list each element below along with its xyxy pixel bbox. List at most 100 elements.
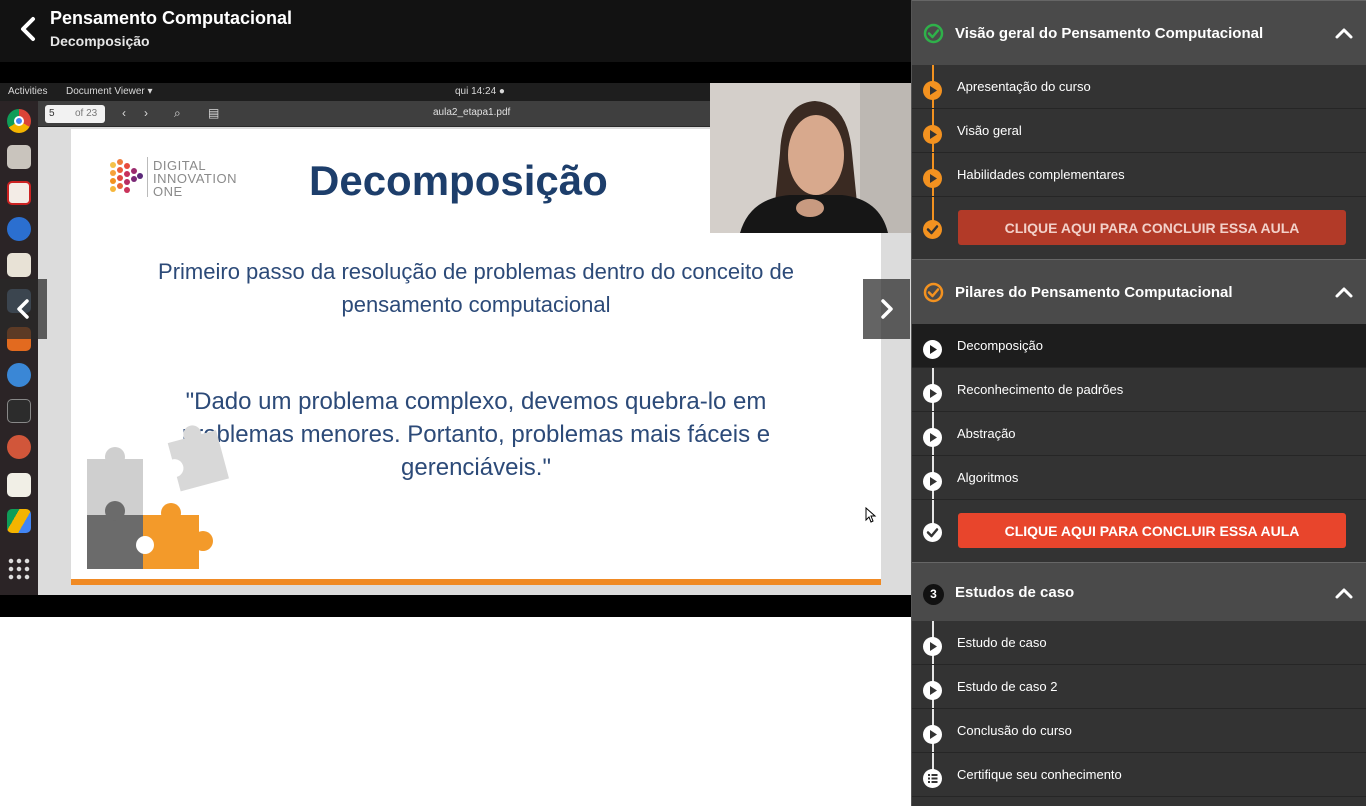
check-circle-icon [923, 23, 944, 44]
play-circle-icon [923, 169, 942, 188]
lesson-label: Certifique seu conhecimento [957, 767, 1122, 782]
search-icon: ⌕ [174, 106, 181, 120]
text-editor-icon [7, 473, 31, 497]
module-title: Pilares do Pensamento Computacional [955, 284, 1233, 301]
lesson-label: Algoritmos [957, 470, 1019, 485]
course-title: Pensamento Computacional [50, 8, 293, 28]
clock-label: qui 14:24 ● [455, 86, 505, 97]
digital-innovation-one-logo: DIGITAL INNOVATION ONE [107, 155, 247, 201]
module-header[interactable]: Pilares do Pensamento Computacional [912, 260, 1366, 324]
lesson-label: Conclusão do curso [957, 723, 1072, 738]
course-sidebar: Visão geral do Pensamento Computacional … [911, 0, 1366, 806]
files-icon [7, 145, 31, 169]
module-header[interactable]: Visão geral do Pensamento Computacional [912, 1, 1366, 65]
presenter-webcam [710, 83, 911, 233]
back-button[interactable] [14, 14, 42, 44]
lesson-item[interactable]: Apresentação do curso [912, 65, 1366, 109]
chevron-up-icon [1335, 28, 1353, 39]
video-player[interactable]: Activities Document Viewer ▾ qui 14:24 ●… [0, 62, 911, 617]
module-lessons: Decomposição Reconhecimento de padrões A… [912, 324, 1366, 562]
lesson-item[interactable]: Algoritmos [912, 456, 1366, 500]
play-circle-icon [923, 637, 942, 656]
chrome-icon [7, 109, 31, 133]
document-name: aula2_etapa1.pdf [433, 107, 511, 118]
chevron-right-icon [881, 299, 893, 319]
video-frame: Activities Document Viewer ▾ qui 14:24 ●… [0, 83, 911, 595]
lesson-item[interactable]: Certifique seu conhecimento [912, 753, 1366, 797]
check-circle-icon [923, 523, 942, 542]
play-circle-icon [923, 725, 942, 744]
check-circle-icon [923, 282, 944, 303]
play-circle-icon [923, 81, 942, 100]
chevron-up-icon [1335, 588, 1353, 599]
clipboard-icon: ▤ [208, 106, 220, 120]
next-lesson-button[interactable] [863, 279, 910, 339]
page-total: of 23 [75, 108, 98, 119]
app-menu-label: Document Viewer ▾ [66, 86, 153, 97]
lesson-label: Decomposição [957, 338, 1043, 353]
module-number-badge: 3 [923, 584, 944, 605]
lesson-item[interactable]: Estudo de caso 2 [912, 665, 1366, 709]
play-circle-icon [923, 125, 942, 144]
module-title: Estudos de caso [955, 584, 1075, 601]
lesson-label: Visão geral [957, 123, 1022, 138]
chevron-left-icon [17, 299, 29, 319]
lesson-label: Estudo de caso [957, 635, 1047, 650]
lesson-item-active[interactable]: Decomposição [912, 324, 1366, 368]
lesson-item[interactable]: Habilidades complementares [912, 153, 1366, 197]
module-visao-geral: Visão geral do Pensamento Computacional … [912, 0, 1366, 259]
lesson-label: Reconhecimento de padrões [957, 382, 1124, 397]
module-pilares: Pilares do Pensamento Computacional Deco… [912, 259, 1366, 562]
activities-label: Activities [8, 86, 48, 97]
lesson-item[interactable]: Abstração [912, 412, 1366, 456]
play-circle-icon [923, 428, 942, 447]
chevron-up-icon [1335, 287, 1353, 298]
page-current: 5 [49, 108, 55, 119]
lesson-item[interactable]: Reconhecimento de padrões [912, 368, 1366, 412]
play-circle-icon [923, 384, 942, 403]
help-icon [7, 363, 31, 387]
conclude-lesson-button[interactable]: CLIQUE AQUI PARA CONCLUIR ESSA AULA [958, 513, 1346, 548]
chevron-left-icon [21, 17, 35, 41]
slide-title: Decomposição [309, 157, 608, 204]
puzzle-illustration [87, 425, 229, 569]
module-lessons: Apresentação do curso Visão geral Habili… [912, 65, 1366, 259]
lesson-item[interactable]: Conclusão do curso [912, 709, 1366, 753]
play-circle-icon [923, 340, 942, 359]
conclude-row: CLIQUE AQUI PARA CONCLUIR ESSA AULA [912, 500, 1366, 562]
terminal-icon [7, 399, 31, 423]
lesson-label: Abstração [957, 426, 1016, 441]
play-circle-icon [923, 681, 942, 700]
mouse-cursor-icon [865, 507, 877, 523]
lesson-item[interactable]: Visão geral [912, 109, 1366, 153]
conclude-lesson-button[interactable]: CLIQUE AQUI PARA CONCLUIR ESSA AULA [958, 210, 1346, 245]
chevron-left-icon: ‹ [122, 106, 126, 120]
mail-app-icon [7, 181, 31, 205]
slide-subtitle: Primeiro passo da resolução de problemas… [158, 259, 794, 317]
slide-quote: "Dado um problema complexo, devemos queb… [181, 388, 771, 481]
previous-lesson-button[interactable] [0, 279, 47, 339]
player-header: Pensamento Computacional Decomposição [0, 0, 911, 62]
module-title: Visão geral do Pensamento Computacional [955, 25, 1264, 42]
google-drive-icon [7, 509, 31, 533]
play-circle-icon [923, 472, 942, 491]
page-number-field: 5 of 23 [45, 105, 105, 123]
lesson-label: Apresentação do curso [957, 79, 1091, 94]
app-grid-icon [7, 557, 31, 581]
logo-text: DIGITAL INNOVATION ONE [153, 158, 237, 199]
chevron-right-icon: › [144, 106, 148, 120]
lesson-label: Estudo de caso 2 [957, 679, 1058, 694]
check-circle-icon [923, 220, 942, 239]
conclude-row: CLIQUE AQUI PARA CONCLUIR ESSA AULA [912, 197, 1366, 259]
list-circle-icon [923, 769, 942, 788]
rhythmbox-icon [7, 253, 31, 277]
lesson-label: Habilidades complementares [957, 167, 1125, 182]
thunderbird-icon [7, 217, 31, 241]
desktop-dock [0, 101, 38, 595]
lesson-subtitle: Decomposição [50, 33, 150, 49]
module-lessons: Estudo de caso Estudo de caso 2 Conclusã… [912, 621, 1366, 797]
settings-icon [7, 435, 31, 459]
module-header[interactable]: 3 Estudos de caso [912, 563, 1366, 621]
lesson-item[interactable]: Estudo de caso [912, 621, 1366, 665]
module-estudos-de-caso: 3 Estudos de caso Estudo de caso Estudo … [912, 562, 1366, 797]
